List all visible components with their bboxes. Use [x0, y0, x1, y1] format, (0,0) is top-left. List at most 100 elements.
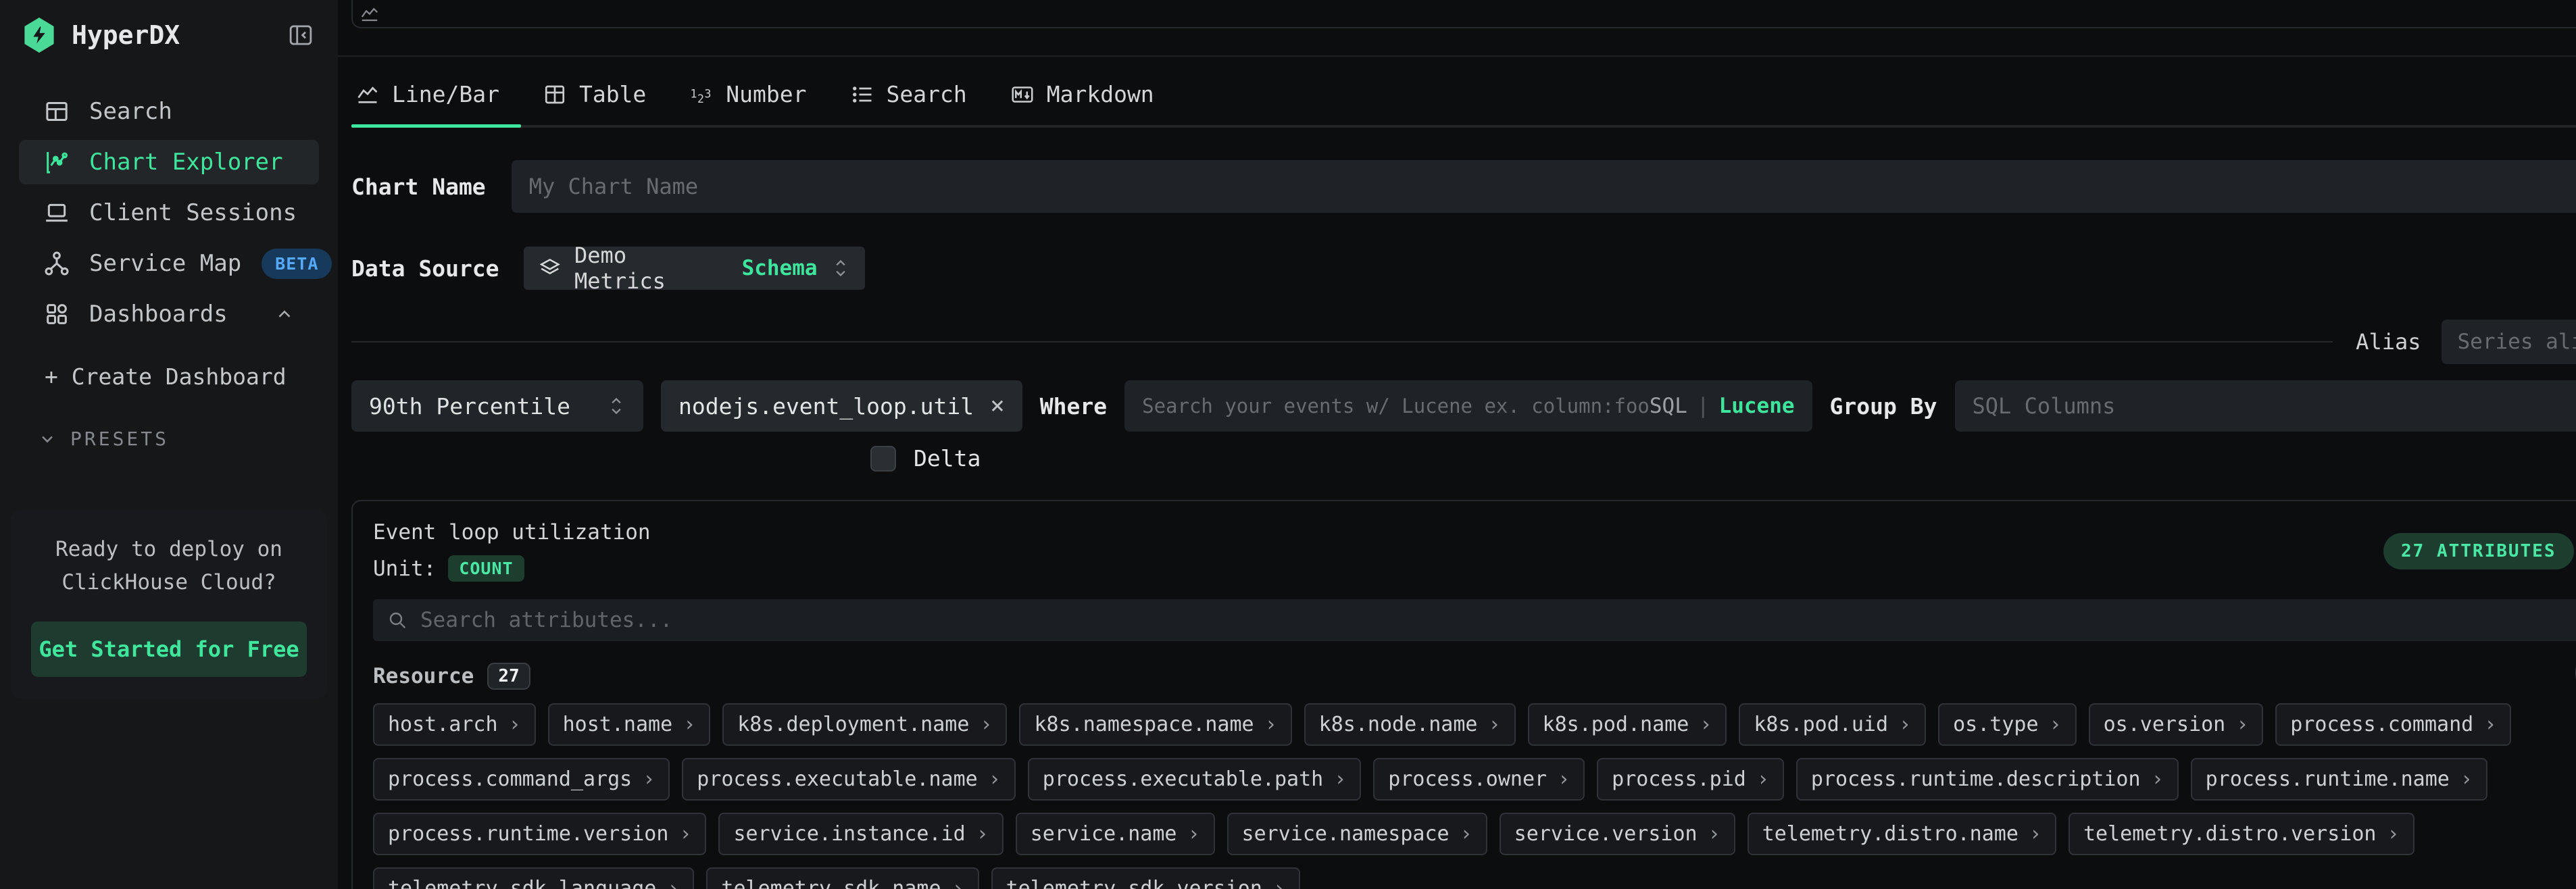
- remove-metric-icon[interactable]: ×: [990, 394, 1005, 418]
- select-updown-icon: [607, 395, 626, 417]
- attribute-chip[interactable]: process.pid ›: [1597, 758, 1784, 801]
- aggregation-value: 90th Percentile: [369, 393, 570, 420]
- attribute-name: telemetry.sdk.language: [388, 877, 656, 889]
- attribute-chip[interactable]: service.instance.id ›: [718, 813, 1003, 855]
- resource-group-label: Resource: [373, 664, 474, 688]
- chart-preview-panel-bottom: [351, 0, 2576, 28]
- tab-label: Markdown: [1047, 81, 1154, 107]
- presets-header[interactable]: PRESETS: [38, 428, 338, 450]
- chevron-right-icon: ›: [667, 877, 679, 889]
- preset-list: [0, 467, 338, 497]
- attribute-name: process.pid: [1612, 767, 1746, 791]
- alias-input[interactable]: [2458, 330, 2576, 354]
- promo-text: Ready to deploy on ClickHouse Cloud?: [31, 533, 307, 600]
- series-editor-row: 90th Percentile nodejs.event_loop.util ×…: [351, 380, 2576, 432]
- attribute-chip[interactable]: service.name ›: [1016, 813, 1215, 855]
- data-source-select[interactable]: Demo Metrics Schema: [524, 247, 865, 290]
- presets-label: PRESETS: [70, 428, 169, 450]
- tab-number[interactable]: 1 2 3 Number: [668, 62, 828, 125]
- chevron-up-icon: [274, 304, 295, 324]
- attribute-chip[interactable]: process.command ›: [2275, 703, 2511, 746]
- sidebar-item-search[interactable]: Search: [19, 89, 319, 134]
- delta-checkbox[interactable]: [870, 446, 896, 472]
- sql-toggle[interactable]: SQL: [1650, 394, 1687, 418]
- attribute-name: host.name: [563, 713, 673, 736]
- attribute-chip[interactable]: telemetry.distro.name ›: [1748, 813, 2056, 855]
- attribute-chip[interactable]: process.executable.path ›: [1028, 758, 1361, 801]
- metric-chip[interactable]: nodejs.event_loop.util ×: [661, 380, 1022, 432]
- attribute-chip[interactable]: telemetry.distro.version ›: [2069, 813, 2414, 855]
- attribute-chip[interactable]: os.type ›: [1938, 703, 2077, 746]
- sidebar-item-label: Client Sessions: [89, 199, 297, 226]
- attributes-count-badge: 27 ATTRIBUTES: [2383, 533, 2574, 569]
- chart-name-field: [512, 160, 2576, 213]
- attribute-chip[interactable]: k8s.node.name ›: [1304, 703, 1516, 746]
- attribute-chip[interactable]: service.namespace ›: [1227, 813, 1487, 855]
- metric-title: Event loop utilization: [373, 520, 651, 544]
- alias-label: Alias: [2356, 329, 2421, 355]
- tab-line-bar[interactable]: Line/Bar: [351, 62, 521, 125]
- attribute-chip[interactable]: host.name ›: [548, 703, 711, 746]
- sidebar-item-dashboards[interactable]: Dashboards: [19, 292, 319, 336]
- attribute-chip[interactable]: process.command_args ›: [373, 758, 670, 801]
- attribute-chip[interactable]: service.version ›: [1500, 813, 1735, 855]
- attribute-chip[interactable]: telemetry.sdk.language ›: [373, 867, 694, 889]
- tab-table[interactable]: Table: [521, 62, 668, 125]
- laptop-icon: [43, 199, 70, 226]
- attribute-name: telemetry.distro.version: [2083, 822, 2376, 846]
- attribute-search-input[interactable]: [420, 608, 2576, 632]
- attribute-chip[interactable]: process.runtime.version ›: [373, 813, 706, 855]
- chart-name-row: Chart Name: [351, 160, 2576, 213]
- aggregation-select[interactable]: 90th Percentile: [351, 380, 643, 432]
- list-search-icon: [850, 82, 874, 107]
- attribute-chip[interactable]: telemetry.sdk.version ›: [991, 867, 1300, 889]
- attribute-chip[interactable]: k8s.pod.name ›: [1528, 703, 1727, 746]
- chevron-right-icon: ›: [2460, 767, 2473, 791]
- group-by-field: [1955, 380, 2576, 432]
- attribute-chip[interactable]: telemetry.sdk.name ›: [706, 867, 979, 889]
- chevron-right-icon: ›: [1488, 713, 1500, 736]
- attribute-name: os.version: [2104, 713, 2226, 736]
- attribute-name: service.version: [1514, 822, 1698, 846]
- attribute-chip[interactable]: os.version ›: [2089, 703, 2264, 746]
- tab-search[interactable]: Search: [828, 62, 989, 125]
- sidebar-nav: Search Chart Explorer Client Sessions: [0, 89, 338, 336]
- attribute-chip[interactable]: process.runtime.description ›: [1796, 758, 2179, 801]
- group-by-input[interactable]: [1973, 393, 2576, 419]
- chevron-right-icon: ›: [980, 713, 992, 736]
- sidebar-item-service-map[interactable]: Service Map BETA: [19, 241, 319, 286]
- where-field[interactable]: Search your events w/ Lucene ex. column:…: [1124, 380, 1812, 432]
- attribute-name: service.name: [1031, 822, 1177, 846]
- attribute-chip[interactable]: process.runtime.name ›: [2191, 758, 2487, 801]
- attribute-chip[interactable]: k8s.deployment.name ›: [722, 703, 1007, 746]
- attribute-chip[interactable]: host.arch ›: [373, 703, 536, 746]
- main-content: Line/Bar Table 1 2 3 Number: [338, 0, 2576, 889]
- create-dashboard-button[interactable]: + Create Dashboard: [45, 363, 338, 390]
- attribute-chip[interactable]: k8s.namespace.name ›: [1019, 703, 1291, 746]
- search-grid-icon: [43, 98, 70, 125]
- sidebar-item-client-sessions[interactable]: Client Sessions: [19, 190, 319, 235]
- delta-label: Delta: [914, 445, 981, 472]
- tab-markdown[interactable]: Markdown: [989, 62, 1176, 125]
- where-placeholder: Search your events w/ Lucene ex. column:…: [1142, 395, 1650, 417]
- chevron-right-icon: ›: [1187, 822, 1199, 846]
- schema-link[interactable]: Schema: [742, 256, 818, 280]
- get-started-button[interactable]: Get Started for Free: [31, 621, 307, 677]
- attribute-chip[interactable]: k8s.pod.uid ›: [1739, 703, 1926, 746]
- lucene-toggle[interactable]: Lucene: [1719, 394, 1795, 418]
- sidebar-item-label: Search: [89, 98, 172, 125]
- attribute-name: k8s.node.name: [1319, 713, 1478, 736]
- sidebar-item-chart-explorer[interactable]: Chart Explorer: [19, 140, 319, 184]
- number-123-icon: 1 2 3: [689, 82, 714, 107]
- sidebar: HyperDX Search: [0, 0, 338, 889]
- attribute-name: os.type: [1953, 713, 2038, 736]
- chevron-right-icon: ›: [1899, 713, 1911, 736]
- svg-text:3: 3: [705, 87, 712, 100]
- lightning-bolt-icon: [29, 25, 49, 45]
- attribute-chip[interactable]: process.executable.name ›: [682, 758, 1015, 801]
- attribute-chip[interactable]: process.owner ›: [1373, 758, 1585, 801]
- chart-name-input[interactable]: [529, 174, 2576, 199]
- svg-text:2: 2: [697, 93, 704, 105]
- attribute-name: host.arch: [388, 713, 498, 736]
- sidebar-collapse-button[interactable]: [287, 21, 315, 49]
